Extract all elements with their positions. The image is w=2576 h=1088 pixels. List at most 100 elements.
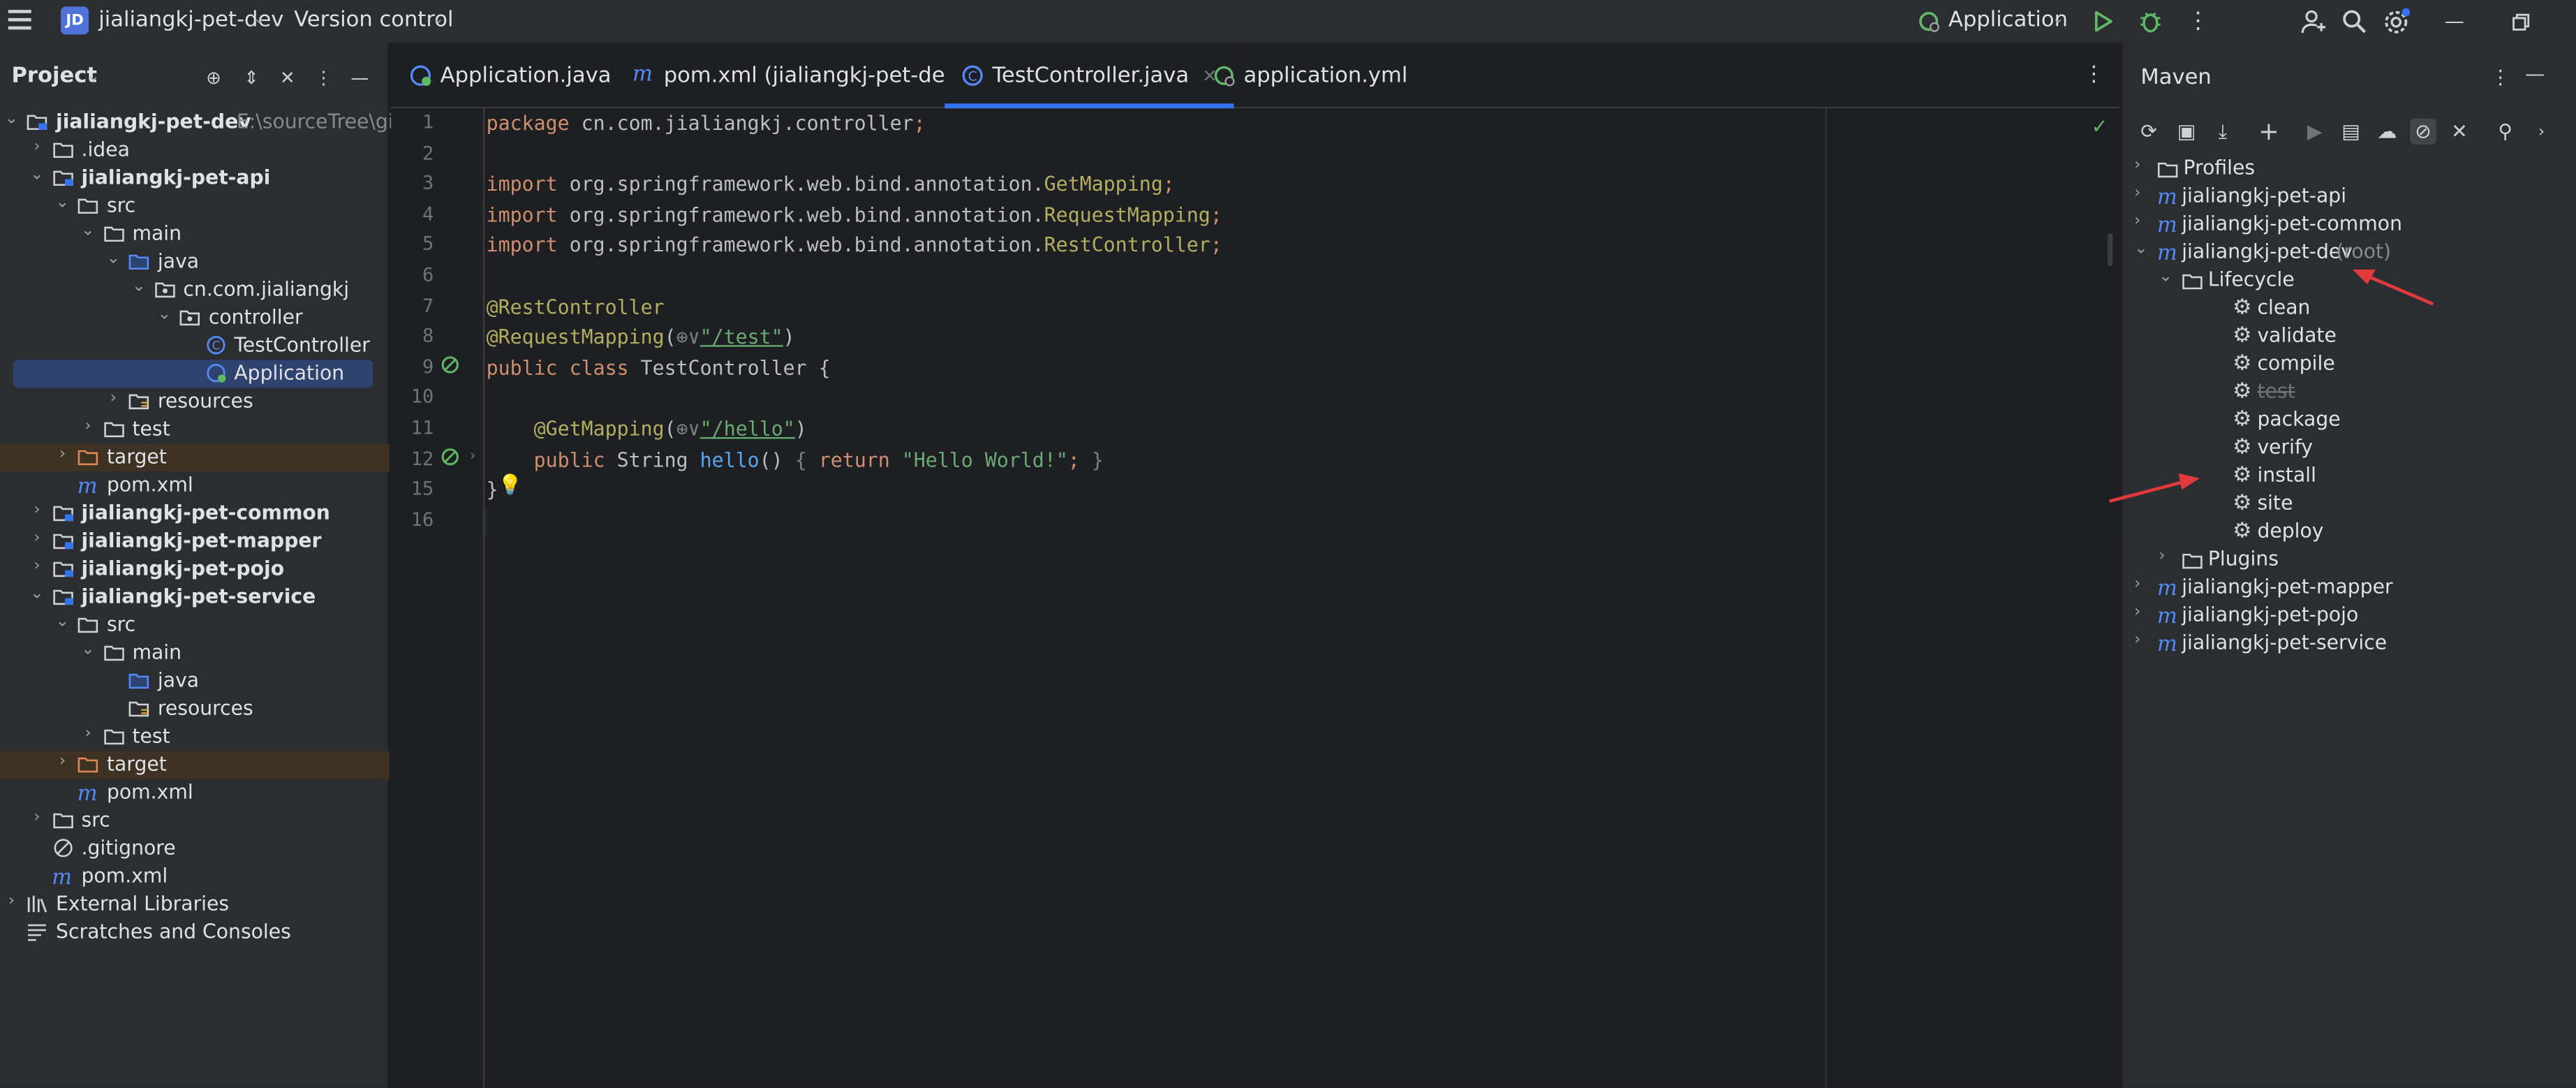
minimize-icon[interactable]: — bbox=[2440, 6, 2469, 36]
chevron-down-icon[interactable]: ⌄ bbox=[54, 194, 71, 212]
tree-item[interactable]: › resources bbox=[0, 388, 390, 416]
maven-goal-item[interactable]: ⚙ deploy bbox=[2122, 520, 2566, 547]
tree-item[interactable]: ⌄ controller bbox=[0, 304, 390, 332]
tree-item[interactable]: › target bbox=[0, 443, 390, 472]
chevron-right-icon[interactable]: › bbox=[2134, 212, 2140, 230]
hide-panel-icon[interactable]: — bbox=[348, 66, 371, 89]
chevron-down-icon[interactable]: ⌄ bbox=[2159, 268, 2172, 286]
code-line[interactable]: import org.springframework.web.bind.anno… bbox=[487, 200, 1222, 230]
skip-tests-icon[interactable]: ⊘ bbox=[2410, 118, 2436, 145]
maven-tree-item[interactable]: › m jialiangkj-pet-pojo bbox=[2122, 603, 2566, 631]
tree-item[interactable]: › test bbox=[0, 723, 390, 751]
collapse-all-icon[interactable]: ✕ bbox=[276, 66, 299, 89]
tree-item[interactable]: › src bbox=[0, 807, 390, 835]
chevron-right-icon[interactable]: › bbox=[2134, 603, 2140, 622]
code-line[interactable]: @GetMapping(⊕∨"/hello") bbox=[487, 414, 807, 443]
maven-goal-item[interactable]: ⚙ package bbox=[2122, 408, 2566, 436]
expand-all-icon[interactable]: ⇕ bbox=[240, 66, 263, 89]
tree-item[interactable]: ⌄ src bbox=[0, 192, 390, 220]
tab-testcontroller-java[interactable]: C TestController.java ✕ bbox=[945, 43, 1234, 109]
add-project-icon[interactable]: + bbox=[2256, 117, 2282, 146]
tree-item[interactable]: › .idea bbox=[0, 136, 390, 164]
offline-mode-icon[interactable]: ☁ bbox=[2374, 118, 2401, 145]
chevron-right-icon[interactable]: › bbox=[2529, 118, 2555, 145]
maven-goal-item[interactable]: ⚙ clean bbox=[2122, 296, 2566, 324]
chevron-right-icon[interactable]: › bbox=[2159, 547, 2165, 566]
intention-bulb-icon[interactable]: 💡 bbox=[498, 473, 522, 497]
tree-item[interactable]: › jialiangkj-pet-common bbox=[0, 499, 390, 527]
chevron-right-icon[interactable]: › bbox=[105, 390, 122, 408]
options-icon[interactable]: ⋮ bbox=[312, 66, 335, 89]
chevron-right-icon[interactable]: › bbox=[80, 725, 96, 743]
tree-item[interactable]: Application bbox=[0, 360, 390, 388]
chevron-right-icon[interactable]: › bbox=[29, 557, 45, 575]
chevron-down-icon[interactable]: ⌄ bbox=[2134, 240, 2148, 258]
chevron-right-icon[interactable]: › bbox=[2134, 631, 2140, 649]
chevron-down-icon[interactable]: ⌄ bbox=[131, 278, 147, 296]
chevron-down-icon[interactable]: ⌄ bbox=[105, 250, 122, 268]
maven-goal-item[interactable]: ⚙ install bbox=[2122, 464, 2566, 492]
code-line[interactable]: import org.springframework.web.bind.anno… bbox=[487, 230, 1222, 260]
chevron-down-icon[interactable]: ⌄ bbox=[432, 11, 445, 28]
chevron-down-icon[interactable]: ⌄ bbox=[54, 613, 71, 631]
reload-icon[interactable]: ⟳ bbox=[2135, 118, 2162, 145]
maven-tree-item[interactable]: › Profiles bbox=[2122, 156, 2566, 184]
tree-item[interactable]: ⌄ jialiangkj-pet-api bbox=[0, 164, 390, 192]
run-configuration[interactable]: Application bbox=[1948, 8, 2068, 33]
maven-tree-item[interactable]: › m jialiangkj-pet-service bbox=[2122, 631, 2566, 659]
chevron-down-icon[interactable]: ⌄ bbox=[253, 11, 265, 28]
search-icon[interactable] bbox=[2339, 6, 2369, 36]
tree-item[interactable]: › test bbox=[0, 416, 390, 443]
maven-goal-item[interactable]: ⚙ site bbox=[2122, 492, 2566, 520]
chevron-right-icon[interactable]: › bbox=[3, 892, 20, 911]
chevron-down-icon[interactable]: ⌄ bbox=[2052, 11, 2064, 28]
code-editor[interactable]: package cn.com.jialiangkj.controller; imp… bbox=[486, 108, 2119, 1088]
code-line[interactable]: public String hello() { return "Hello Wo… bbox=[487, 445, 1104, 474]
project-panel-title[interactable]: Project bbox=[11, 64, 97, 89]
code-line[interactable]: import org.springframework.web.bind.anno… bbox=[487, 170, 1175, 199]
fold-chevron-icon[interactable]: › bbox=[470, 448, 475, 464]
chevron-down-icon[interactable]: ⌄ bbox=[29, 585, 45, 603]
chevron-down-icon[interactable]: ⌄ bbox=[156, 306, 173, 324]
code-line[interactable]: package cn.com.jialiangkj.controller; bbox=[487, 108, 926, 138]
download-icon[interactable]: ⤓ bbox=[2209, 118, 2236, 145]
spring-endpoint-gutter-icon[interactable] bbox=[441, 446, 464, 469]
project-badge[interactable]: JD bbox=[61, 6, 89, 35]
tab-application-java[interactable]: Application.java bbox=[409, 43, 611, 108]
tree-item[interactable]: ⌄ cn.com.jialiangkj bbox=[0, 276, 390, 304]
chevron-right-icon[interactable]: › bbox=[29, 501, 45, 520]
chevron-down-icon[interactable]: ⌄ bbox=[80, 641, 96, 659]
chevron-right-icon[interactable]: › bbox=[2134, 156, 2140, 175]
tree-item[interactable]: ⌄ jialiangkj-pet-service bbox=[0, 583, 390, 611]
maven-goal-item[interactable]: ⚙ test bbox=[2122, 380, 2566, 408]
tab-application-yml[interactable]: application.yml bbox=[1213, 43, 1407, 108]
chevron-down-icon[interactable]: ⌄ bbox=[87, 69, 100, 86]
analyze-dependencies-icon[interactable]: ⚲ bbox=[2492, 118, 2519, 145]
chevron-right-icon[interactable]: › bbox=[80, 418, 96, 436]
settings-gear-icon[interactable] bbox=[2381, 6, 2410, 36]
execute-goal-icon[interactable]: ▤ bbox=[2338, 118, 2364, 145]
collapse-all-icon[interactable]: ✕ bbox=[2446, 118, 2473, 145]
no-problems-check-icon[interactable]: ✓ bbox=[2092, 115, 2108, 138]
code-line[interactable]: } bbox=[487, 476, 498, 505]
tree-item[interactable]: C TestController bbox=[0, 332, 390, 360]
chevron-right-icon[interactable]: › bbox=[29, 138, 45, 156]
spring-run-config-icon[interactable] bbox=[1917, 10, 1940, 33]
chevron-right-icon[interactable]: › bbox=[29, 809, 45, 827]
chevron-right-icon[interactable]: › bbox=[2134, 575, 2140, 594]
chevron-right-icon[interactable]: › bbox=[29, 529, 45, 547]
tree-item[interactable]: m pom.xml bbox=[0, 779, 390, 807]
chevron-down-icon[interactable]: ⌄ bbox=[3, 110, 20, 128]
tree-item[interactable]: › jialiangkj-pet-pojo bbox=[0, 555, 390, 583]
run-maven-icon[interactable]: ▶ bbox=[2302, 118, 2328, 145]
chevron-right-icon[interactable]: › bbox=[54, 446, 71, 464]
add-user-icon[interactable] bbox=[2298, 6, 2327, 36]
maven-tree-item[interactable]: ⌄ Lifecycle bbox=[2122, 268, 2566, 296]
tree-item[interactable]: java bbox=[0, 667, 390, 695]
tree-item[interactable]: Scratches and Consoles bbox=[0, 919, 390, 947]
maven-goal-item[interactable]: ⚙ validate bbox=[2122, 324, 2566, 352]
maven-tree-item[interactable]: › m jialiangkj-pet-api bbox=[2122, 184, 2566, 212]
spring-bean-gutter-icon[interactable] bbox=[441, 355, 464, 378]
generate-sources-icon[interactable]: ▣ bbox=[2173, 118, 2200, 145]
chevron-down-icon[interactable]: ⌄ bbox=[29, 166, 45, 184]
